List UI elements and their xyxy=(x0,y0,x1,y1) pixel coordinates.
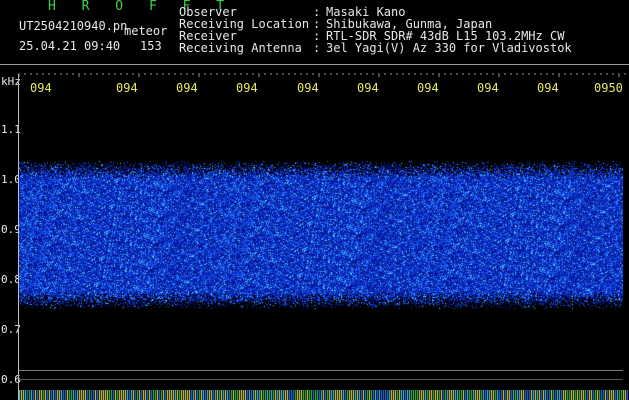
time-label: 094 xyxy=(236,81,258,95)
colon-4: : xyxy=(313,41,321,55)
time-label: 094 xyxy=(297,81,319,95)
count-label: 153 xyxy=(140,39,162,53)
filename-label: UT2504210940.pn xyxy=(19,19,128,33)
time-label: 094 xyxy=(116,81,138,95)
bottom-signal-strip xyxy=(19,390,629,400)
header-separator xyxy=(0,64,629,65)
datetime-label: 25.04.21 09:40 xyxy=(19,39,121,53)
time-label: 094 xyxy=(357,81,379,95)
time-label: 094 xyxy=(30,81,52,95)
time-label: 0950 xyxy=(594,81,623,95)
time-label: 094 xyxy=(417,81,439,95)
time-tick-bar xyxy=(18,73,626,77)
time-label: 094 xyxy=(537,81,559,95)
field-value-antenna: 3el Yagi(V) Az 330 for Vladivostok xyxy=(326,41,572,55)
time-label: 094 xyxy=(176,81,198,95)
kind-label: meteor xyxy=(124,24,168,38)
waterfall-spectrogram xyxy=(19,160,623,310)
field-label-antenna: Receiving Antenna xyxy=(179,41,302,55)
baseline-line-lower xyxy=(19,379,623,380)
baseline-line xyxy=(19,370,623,371)
time-label: 094 xyxy=(477,81,499,95)
